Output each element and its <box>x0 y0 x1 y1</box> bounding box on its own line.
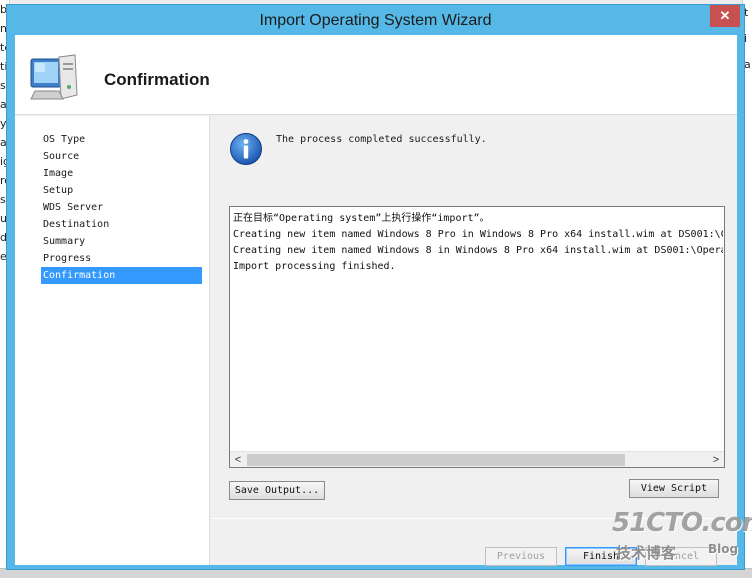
close-button[interactable]: ✕ <box>710 5 740 27</box>
nav-item-setup[interactable]: Setup <box>41 182 202 199</box>
computer-icon <box>30 54 78 100</box>
output-log[interactable]: 正在目标“Operating system”上执行操作“import”。 Cre… <box>229 206 725 468</box>
title-bar[interactable]: Import Operating System Wizard ✕ <box>7 5 744 35</box>
window-title: Import Operating System Wizard <box>259 12 492 29</box>
wizard-footer: Previous Finish Cancel <box>211 518 737 566</box>
page-title: Confirmation <box>104 70 210 89</box>
cancel-button[interactable]: Cancel <box>645 547 717 566</box>
wizard-content: The process completed successfully. 正在目标… <box>211 116 737 566</box>
log-line: Import processing finished. <box>233 261 396 272</box>
scroll-left-icon[interactable]: < <box>230 452 246 467</box>
nav-item-os-type[interactable]: OS Type <box>41 131 202 148</box>
scrollbar-thumb[interactable] <box>247 454 625 466</box>
finish-button[interactable]: Finish <box>565 547 637 566</box>
log-line: 正在目标“Operating system”上执行操作“import”。 <box>233 213 490 224</box>
wizard-client-area: Confirmation OS Type Source Image Setup … <box>15 35 737 566</box>
wizard-window: Import Operating System Wizard ✕ Confirm… <box>6 4 745 570</box>
save-output-button[interactable]: Save Output... <box>229 481 325 500</box>
wizard-steps-nav: OS Type Source Image Setup WDS Server De… <box>15 116 210 565</box>
info-icon <box>230 133 262 165</box>
log-lines: 正在目标“Operating system”上执行操作“import”。 Cre… <box>233 211 723 275</box>
nav-item-destination[interactable]: Destination <box>41 216 202 233</box>
log-line: Creating new item named Windows 8 Pro in… <box>233 229 723 240</box>
horizontal-scrollbar[interactable]: < > <box>230 451 724 467</box>
scroll-right-icon[interactable]: > <box>708 452 724 467</box>
wizard-header: Confirmation <box>15 35 737 115</box>
view-script-button[interactable]: View Script <box>629 479 719 498</box>
status-message: The process completed successfully. <box>276 134 487 145</box>
nav-item-summary[interactable]: Summary <box>41 233 202 250</box>
nav-item-image[interactable]: Image <box>41 165 202 182</box>
nav-item-progress[interactable]: Progress <box>41 250 202 267</box>
close-icon: ✕ <box>719 8 731 23</box>
previous-button[interactable]: Previous <box>485 547 557 566</box>
nav-item-confirmation[interactable]: Confirmation <box>41 267 202 284</box>
nav-item-source[interactable]: Source <box>41 148 202 165</box>
nav-item-wds-server[interactable]: WDS Server <box>41 199 202 216</box>
log-line: Creating new item named Windows 8 in Win… <box>233 245 723 256</box>
